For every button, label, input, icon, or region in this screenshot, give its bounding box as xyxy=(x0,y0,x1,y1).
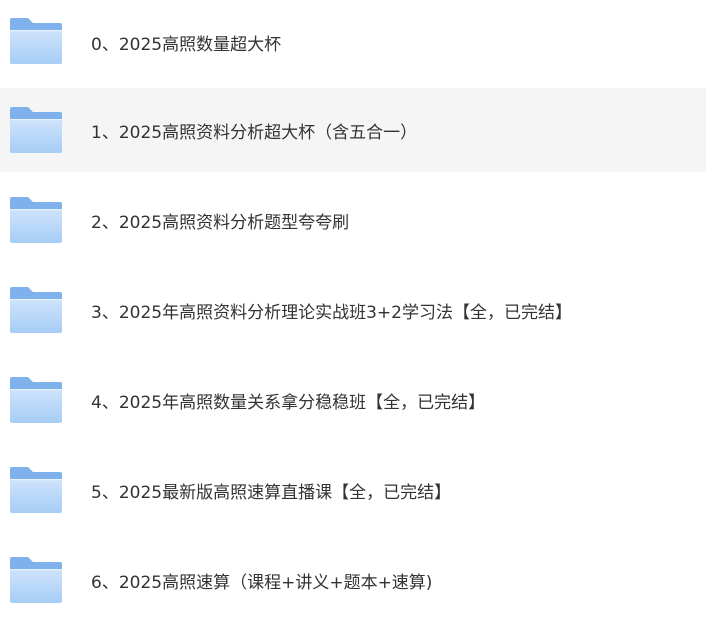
folder-name: 1、2025高照资料分析超大杯（含五合一） xyxy=(91,122,418,143)
folder-icon xyxy=(8,285,64,335)
folder-icon xyxy=(8,195,64,245)
folder-name: 2、2025高照资料分析题型夸夸刷 xyxy=(91,212,350,233)
folder-name: 5、2025最新版高照速算直播课【全，已完结】 xyxy=(91,482,452,503)
folder-icon xyxy=(8,465,64,515)
folder-item[interactable]: 6、2025高照速算（课程+讲义+题本+速算) xyxy=(0,538,706,622)
folder-name: 4、2025年高照数量关系拿分稳稳班【全，已完结】 xyxy=(91,392,486,413)
folder-item[interactable]: 5、2025最新版高照速算直播课【全，已完结】 xyxy=(0,448,706,532)
folder-item[interactable]: 4、2025年高照数量关系拿分稳稳班【全，已完结】 xyxy=(0,358,706,442)
folder-icon xyxy=(8,555,64,605)
folder-item[interactable]: 0、2025高照数量超大杯 xyxy=(0,0,706,84)
folder-name: 0、2025高照数量超大杯 xyxy=(91,34,282,55)
folder-name: 6、2025高照速算（课程+讲义+题本+速算) xyxy=(91,572,433,593)
folder-item[interactable]: 2、2025高照资料分析题型夸夸刷 xyxy=(0,178,706,262)
folder-icon xyxy=(8,105,64,155)
folder-item[interactable]: 3、2025年高照资料分析理论实战班3+2学习法【全，已完结】 xyxy=(0,268,706,352)
folder-icon xyxy=(8,375,64,425)
folder-name: 3、2025年高照资料分析理论实战班3+2学习法【全，已完结】 xyxy=(91,302,572,323)
folder-item[interactable]: 1、2025高照资料分析超大杯（含五合一） xyxy=(0,88,706,172)
folder-list: 0、2025高照数量超大杯 1、2025高照资料分析超大杯（含五合一） 2、20… xyxy=(0,0,706,612)
folder-icon xyxy=(8,16,64,66)
